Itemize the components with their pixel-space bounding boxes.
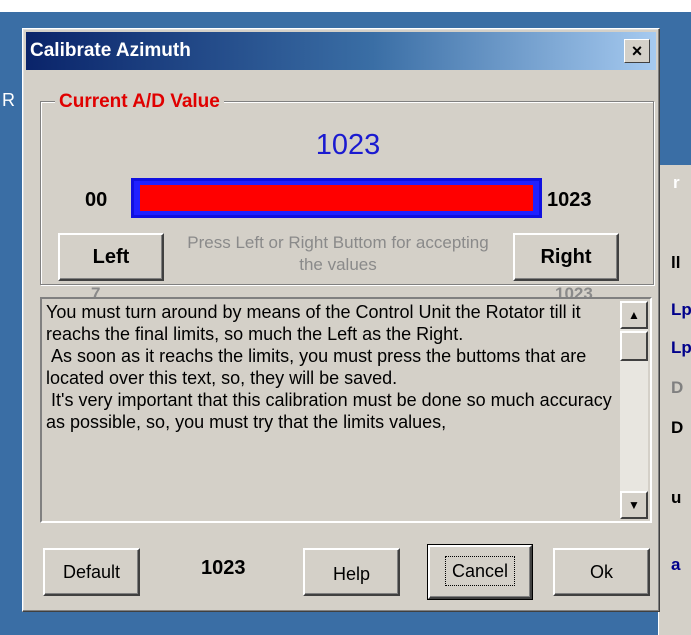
scroll-up-button[interactable]: ▲ [620, 301, 648, 329]
scroll-down-button[interactable]: ▼ [620, 491, 648, 519]
range-min-label: 00 [85, 189, 108, 211]
bg-fragment: D [671, 418, 684, 437]
instructions-text: You must turn around by means of the Con… [46, 302, 612, 432]
ad-value-bar [131, 178, 542, 218]
accept-hint: Press Left or Right Buttom for accepting… [187, 233, 489, 274]
ad-value-bar-fill [140, 185, 533, 211]
ok-button[interactable]: Ok [553, 548, 650, 596]
bg-fragment: a [671, 555, 681, 574]
scroll-thumb[interactable] [620, 331, 648, 361]
close-icon: × [631, 41, 643, 61]
bg-fragment: Lp [671, 338, 691, 357]
bg-fragment: r [673, 173, 680, 192]
arrow-up-icon: ▲ [628, 308, 640, 322]
left-button[interactable]: Left [58, 233, 164, 281]
bg-fragment: Lp [671, 300, 691, 319]
background-window-right: r ll Lp Lp D D u a [658, 165, 691, 635]
close-button[interactable]: × [624, 39, 650, 63]
cancel-button-label: Cancel [444, 556, 516, 586]
current-ad-value: 1023 [315, 129, 381, 161]
calibrate-azimuth-dialog: Calibrate Azimuth × Current A/D Value 10… [22, 28, 660, 612]
title-bar[interactable]: Calibrate Azimuth × [26, 32, 656, 70]
right-button[interactable]: Right [513, 233, 619, 281]
arrow-down-icon: ▼ [628, 498, 640, 512]
help-button[interactable]: Help [303, 548, 400, 596]
instructions-scrollbar[interactable]: ▲ ▼ [620, 301, 648, 519]
bg-fragment: u [671, 488, 682, 507]
count-value: 1023 [201, 557, 246, 579]
cancel-button[interactable]: Cancel [427, 544, 533, 600]
group-legend: Current A/D Value [55, 91, 224, 113]
default-button[interactable]: Default [43, 548, 140, 596]
range-max-label: 1023 [547, 189, 592, 211]
instructions-textbox[interactable]: You must turn around by means of the Con… [40, 297, 652, 523]
window-title: Calibrate Azimuth [30, 40, 191, 61]
desktop-top-strip [0, 0, 691, 12]
background-window-fragment: R [2, 90, 15, 110]
bg-fragment: ll [671, 253, 681, 272]
bg-fragment: D [671, 378, 684, 397]
